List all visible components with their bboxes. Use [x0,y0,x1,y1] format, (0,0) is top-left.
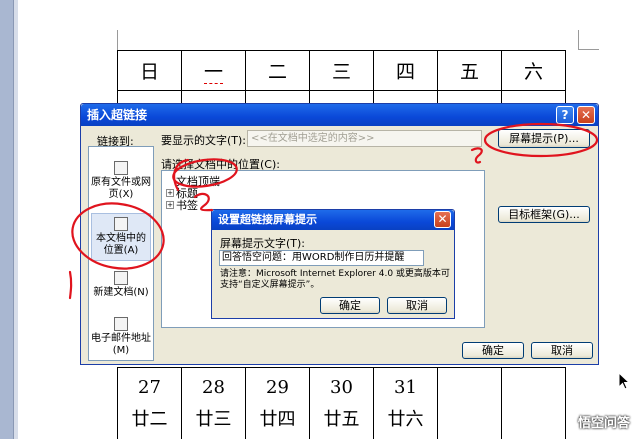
day-number: 28 [202,376,225,398]
linkbar-item-label: 原有文件或网页(X) [91,177,151,200]
display-text-label: 要显示的文字(T): [161,134,247,147]
email-icon [114,317,128,331]
subdialog-close-button[interactable]: ✕ [434,211,451,228]
tree-item-bookmarks[interactable]: 书签 [176,197,198,213]
tree-expand-icon[interactable]: + [166,189,174,197]
close-button[interactable]: ✕ [577,106,595,124]
mouse-cursor-icon [618,372,630,390]
crop-mark [578,30,579,50]
screen-tip-text-input[interactable]: 回答悟空问题：用WORD制作日历并提醒 [219,250,424,266]
watermark-logo: 悟空问答 [577,416,630,431]
lunar-day: 廿四 [259,408,296,430]
subdialog-titlebar[interactable]: 设置超链接屏幕提示 ✕ [212,210,454,230]
weekday-cell: 二 [245,50,310,91]
document-left-margin [0,0,14,439]
globe-file-icon [114,161,128,175]
lunar-day: 廿五 [323,408,360,430]
tree-expand-icon[interactable]: + [166,201,174,209]
lunar-day: 廿六 [387,408,424,430]
calendar-day-cell [501,367,566,439]
screen-tip-button[interactable]: 屏幕提示(P)... [498,129,590,148]
day-number: 30 [330,376,353,398]
document-place-icon [114,217,128,231]
document-left-shadow [14,0,18,439]
display-text-input[interactable]: <<在文档中选定的内容>> [247,130,482,147]
calendar-day-cell: 31 廿六 [373,367,438,439]
new-document-icon [114,271,128,285]
compatibility-note: 请注意：Microsoft Internet Explorer 4.0 或更高版… [220,269,450,290]
crop-mark [579,49,599,50]
linkbar-item-label: 电子邮件地址(M) [91,333,151,356]
weekday-cell: 六 [501,50,566,91]
calendar-last-week-table: 27 廿二 28 廿三 29 廿四 30 廿五 31 廿六 [117,367,566,439]
calendar-day-cell [437,367,502,439]
linkbar-item-label: 新建文档(N) [93,287,149,298]
calendar-day-cell: 30 廿五 [309,367,374,439]
linkbar-new-document[interactable]: 新建文档(N) [91,271,151,299]
linkbar-existing-file[interactable]: 原有文件或网页(X) [91,161,151,201]
day-number: 29 [266,376,289,398]
day-number: 27 [138,376,161,398]
linkbar-item-label: 本文档中的位置(A) [96,233,146,256]
screen-tip-text-label: 屏幕提示文字(T): [220,237,306,250]
cancel-button[interactable]: 取消 [531,342,593,359]
weekday-cell: 日 [117,50,182,91]
crop-mark [117,30,118,50]
lunar-day: 廿二 [131,408,168,430]
help-button[interactable]: ? [556,106,574,124]
screen-tip-dialog: 设置超链接屏幕提示 ✕ 屏幕提示文字(T): 回答悟空问题：用WORD制作日历并… [211,209,455,319]
annotation-number-1 [68,270,73,300]
weekday-cell: 三 [309,50,374,91]
subdialog-ok-button[interactable]: 确定 [320,297,380,314]
dialog-title: 插入超链接 [87,108,148,122]
calendar-day-cell: 29 廿四 [245,367,310,439]
linkbar-email-address[interactable]: 电子邮件地址(M) [91,317,151,357]
linkbar-place-in-document[interactable]: 本文档中的位置(A) [91,213,151,261]
lunar-day: 廿三 [195,408,232,430]
weekday-text: 一 [203,61,223,84]
link-type-bar: 原有文件或网页(X) 本文档中的位置(A) 新建文档(N) 电子邮件地址(M) [88,146,154,361]
weekday-cell: 五 [437,50,502,91]
target-frame-button[interactable]: 目标框架(G)... [498,206,590,223]
dialog-titlebar[interactable]: 插入超链接 ? ✕ [81,104,598,126]
calendar-day-cell: 28 廿三 [181,367,246,439]
ok-button[interactable]: 确定 [462,342,524,359]
calendar-header-table: 日 一 二 三 四 五 六 [117,50,566,105]
subdialog-cancel-button[interactable]: 取消 [387,297,447,314]
weekday-cell: 四 [373,50,438,91]
weekday-cell: 一 [181,50,246,91]
subdialog-title: 设置超链接屏幕提示 [218,213,317,226]
calendar-day-cell: 27 廿二 [117,367,182,439]
day-number: 31 [394,376,417,398]
